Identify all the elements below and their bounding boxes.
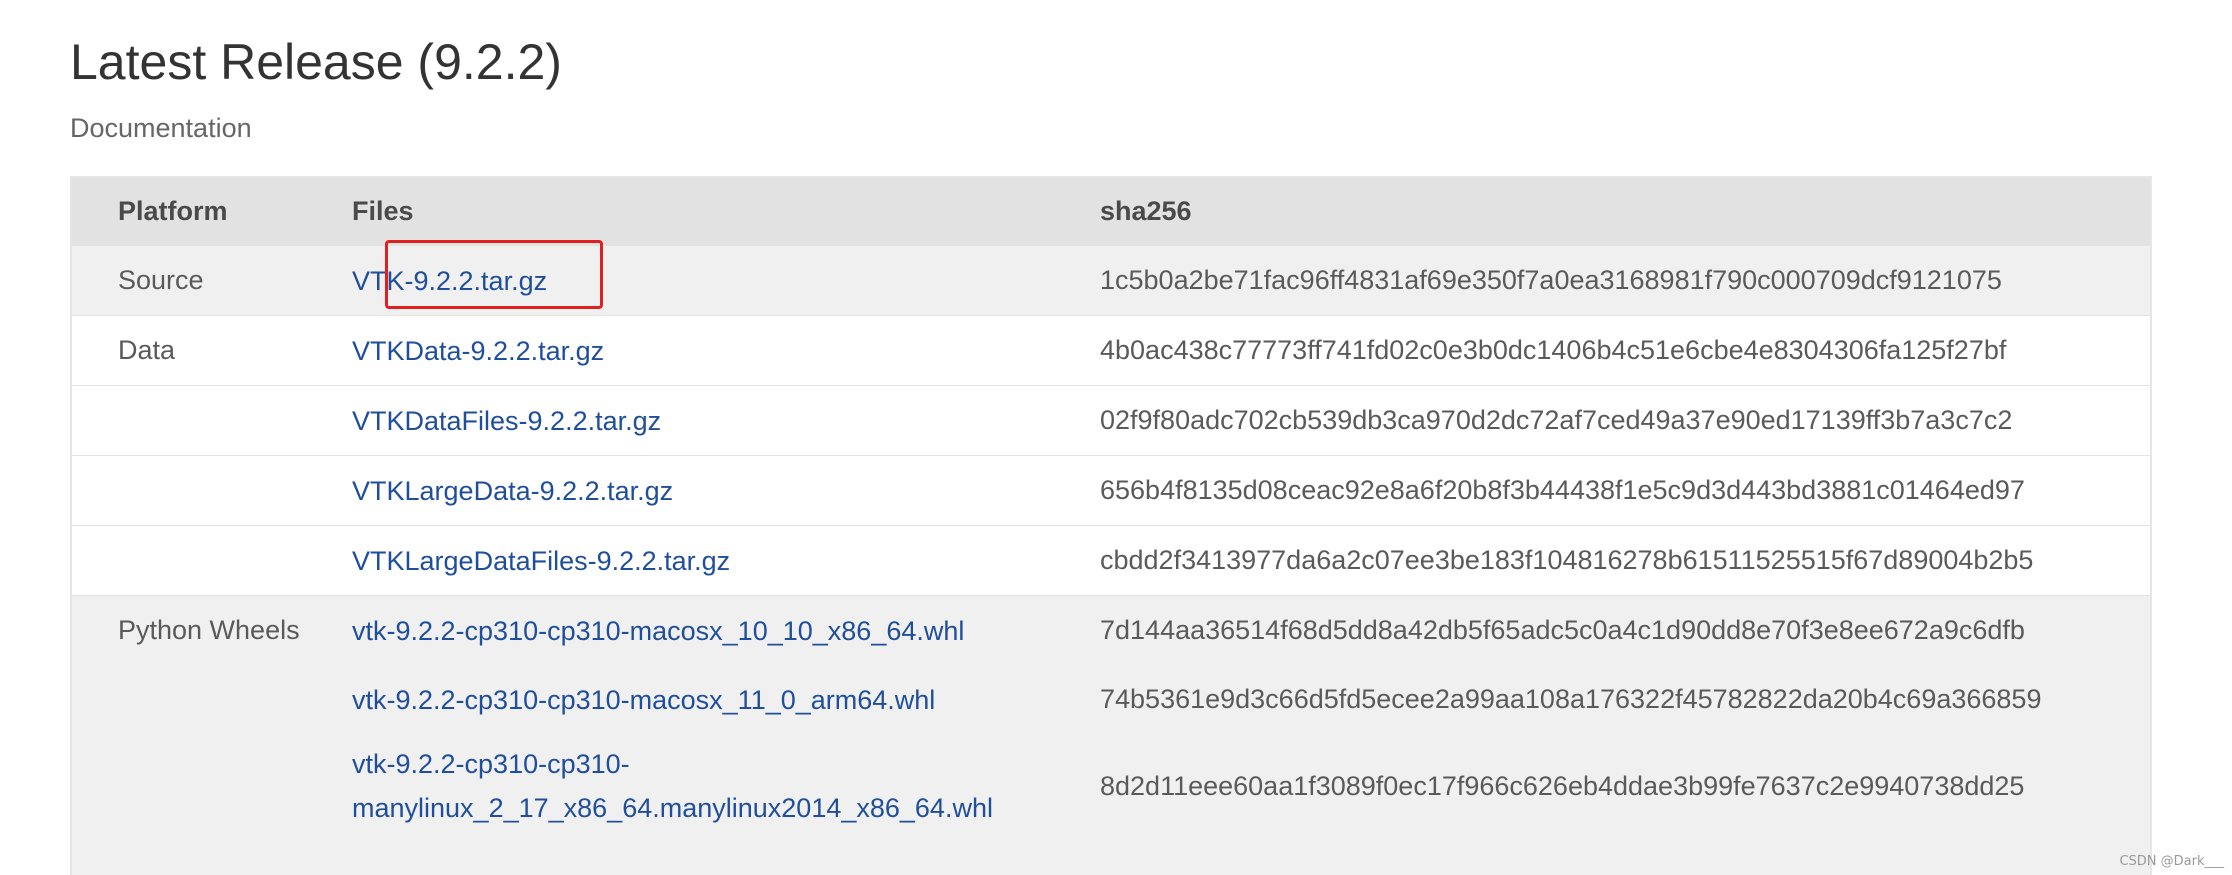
file-cell: VTKLargeDataFiles-9.2.2.tar.gz (352, 525, 1100, 596)
sha256-cell: 656b4f8135d08ceac92e8a6f20b8f3b44438f1e5… (1100, 455, 2150, 526)
file-link-vtklargedatafiles[interactable]: VTKLargeDataFiles-9.2.2.tar.gz (352, 546, 730, 576)
table-row: Data VTKData-9.2.2.tar.gz 4b0ac438c77773… (72, 315, 2150, 386)
platform-cell (72, 734, 352, 838)
header-sha256: sha256 (1100, 178, 2150, 246)
file-link-wheel-macosx-x86[interactable]: vtk-9.2.2-cp310-cp310-macosx_10_10_x86_6… (352, 616, 964, 646)
platform-cell: Python Wheels (72, 595, 352, 665)
sha256-cell: 8d2d11eee60aa1f3089f0ec17f966c626eb4ddae… (1100, 734, 2150, 838)
file-link-line: manylinux_2_17_x86_64.manylinux2014_x86_… (352, 793, 993, 823)
platform-cell (72, 525, 352, 596)
platform-cell (72, 838, 352, 875)
file-cell: vtk-9.2.2-cp310-cp310-macosx_10_10_x86_6… (352, 595, 1100, 665)
file-cell: vtk-9.2.2-cp310-cp310- manylinux_2_17_x86… (352, 734, 1100, 838)
watermark: CSDN @Dark___ (2119, 854, 2224, 869)
platform-cell (72, 455, 352, 526)
file-link-vtk-source[interactable]: VTK-9.2.2.tar.gz (352, 266, 547, 296)
file-cell: VTKData-9.2.2.tar.gz (352, 315, 1100, 386)
sha256-cell: 02f9f80adc702cb539db3ca970d2dc72af7ced49… (1100, 385, 2150, 456)
table-row: vtk-9.2.2-cp310-cp310- manylinux_2_17_x86… (72, 734, 2150, 838)
platform-cell (72, 385, 352, 456)
file-link-wheel-manylinux[interactable]: vtk-9.2.2-cp310-cp310- manylinux_2_17_x86… (352, 749, 993, 823)
header-files: Files (352, 178, 1100, 246)
table-row: Source VTK-9.2.2.tar.gz 1c5b0a2be71fac96… (72, 245, 2150, 316)
page: Latest Release (9.2.2) Documentation Pla… (0, 0, 2232, 875)
downloads-table: Platform Files sha256 Source VTK-9.2.2.t… (70, 176, 2152, 875)
sha256-cell: cbdd2f3413977da6a2c07ee3be183f104816278b… (1100, 525, 2150, 596)
file-cell: vtk-9.2.2-cp310-cp310-macosx_11_0_arm64.… (352, 665, 1100, 734)
sha256-cell (1100, 838, 2150, 875)
file-cell (352, 838, 1100, 875)
table-row: VTKLargeData-9.2.2.tar.gz 656b4f8135d08c… (72, 455, 2150, 526)
file-link-line: vtk-9.2.2-cp310-cp310- (352, 749, 630, 779)
documentation-link[interactable]: Documentation (70, 108, 252, 148)
platform-cell (72, 665, 352, 734)
file-link-vtklargedata[interactable]: VTKLargeData-9.2.2.tar.gz (352, 476, 673, 506)
file-link-wheel-macosx-arm64[interactable]: vtk-9.2.2-cp310-cp310-macosx_11_0_arm64.… (352, 685, 935, 715)
platform-cell: Source (72, 245, 352, 316)
table-row: VTKDataFiles-9.2.2.tar.gz 02f9f80adc702c… (72, 385, 2150, 456)
sha256-cell: 1c5b0a2be71fac96ff4831af69e350f7a0ea3168… (1100, 245, 2150, 316)
header-platform: Platform (72, 178, 352, 246)
file-cell: VTK-9.2.2.tar.gz (352, 245, 1100, 316)
page-title: Latest Release (9.2.2) (70, 34, 562, 90)
table-row: VTKLargeDataFiles-9.2.2.tar.gz cbdd2f341… (72, 525, 2150, 596)
table-row: vtk-9.2.2-cp310-cp310-macosx_11_0_arm64.… (72, 665, 2150, 734)
sha256-cell: 7d144aa36514f68d5dd8a42db5f65adc5c0a4c1d… (1100, 595, 2150, 665)
sha256-cell: 74b5361e9d3c66d5fd5ecee2a99aa108a176322f… (1100, 665, 2150, 734)
file-link-vtkdatafiles[interactable]: VTKDataFiles-9.2.2.tar.gz (352, 406, 661, 436)
file-cell: VTKLargeData-9.2.2.tar.gz (352, 455, 1100, 526)
table-row: Python Wheels vtk-9.2.2-cp310-cp310-maco… (72, 595, 2150, 665)
table-row (72, 838, 2150, 875)
platform-cell: Data (72, 315, 352, 386)
sha256-cell: 4b0ac438c77773ff741fd02c0e3b0dc1406b4c51… (1100, 315, 2150, 386)
table-header-row: Platform Files sha256 (72, 178, 2150, 246)
file-link-vtkdata[interactable]: VTKData-9.2.2.tar.gz (352, 336, 604, 366)
file-cell: VTKDataFiles-9.2.2.tar.gz (352, 385, 1100, 456)
